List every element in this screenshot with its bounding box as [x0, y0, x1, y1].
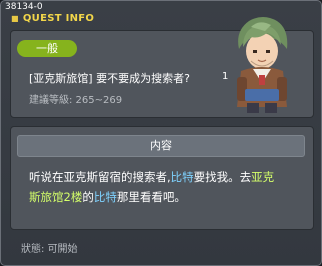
quest-count: 1	[222, 71, 229, 82]
title-bullet-icon: ■	[11, 14, 19, 23]
npc-name-highlight: 比特	[170, 170, 194, 184]
content-section-header: 内容	[17, 135, 305, 157]
desc-text: 的	[82, 190, 94, 204]
desc-text: 要找我。去	[193, 170, 252, 184]
quest-name: [亚克斯旅馆] 要不要成为搜索者?	[29, 72, 190, 85]
recommended-level: 建議等級: 265~269	[29, 95, 123, 106]
quest-info-window: 38134-0 ■ QUEST INFO 一般 [亚克斯旅馆] 要不要成为搜索者?…	[0, 0, 322, 266]
npc-portrait	[237, 17, 288, 113]
location-highlight: 斯旅馆2楼	[29, 190, 83, 204]
location-highlight: 亚克	[251, 170, 275, 184]
window-title: ■ QUEST INFO	[11, 13, 94, 24]
npc-name-highlight: 比特	[93, 190, 117, 204]
window-title-text: QUEST INFO	[22, 13, 95, 24]
quest-category-badge: 一般	[17, 40, 77, 57]
desc-text: 那里看看吧。	[116, 190, 186, 204]
quest-id-label: 38134-0	[5, 2, 43, 12]
quest-status: 狀態: 可開始	[21, 244, 78, 255]
quest-description: 听说在亚克斯留宿的搜索者,比特要找我。去亚克 斯旅馆2楼的比特那里看看吧。	[29, 167, 299, 207]
desc-text: 听说在亚克斯留宿的搜索者,	[29, 170, 171, 184]
